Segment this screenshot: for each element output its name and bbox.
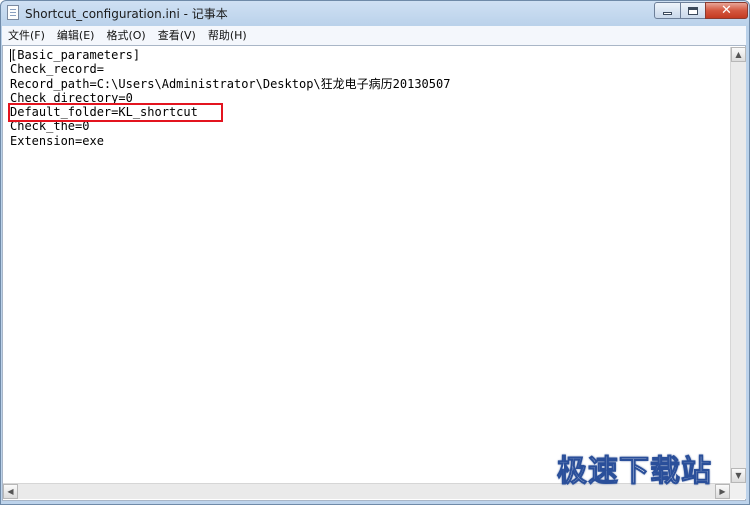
text-line: Extension=exe [10,133,104,148]
notepad-icon[interactable] [7,5,19,20]
window-title: Shortcut_configuration.ini - 记事本 [25,7,228,21]
maximize-button[interactable] [680,2,706,19]
menu-format[interactable]: 格式(O) [100,26,151,45]
menu-bar: 文件(F) 编辑(E) 格式(O) 查看(V) 帮助(H) [2,26,746,46]
text-line: Record_path=C:\Users\Administrator\Deskt… [10,76,451,91]
text-line: Check_record= [10,62,104,77]
menu-view[interactable]: 查看(V) [152,26,202,45]
highlight-box [8,103,223,122]
resize-grip[interactable] [730,483,746,499]
arrow-down-icon[interactable]: ▼ [731,468,746,483]
menu-file[interactable]: 文件(F) [2,26,51,45]
close-button[interactable]: ✕ [705,2,748,19]
text-editor-area[interactable]: [Basic_parameters] Check_record= Record_pa… [2,45,746,501]
minimize-button[interactable] [654,2,681,19]
arrow-up-icon[interactable]: ▲ [731,47,746,62]
arrow-right-icon[interactable]: ▶ [715,484,730,499]
menu-edit[interactable]: 编辑(E) [51,26,101,45]
menu-help[interactable]: 帮助(H) [202,26,253,45]
text-line: [Basic_parameters] [10,48,141,62]
title-bar[interactable]: Shortcut_configuration.ini - 记事本 ✕ [1,1,749,26]
maximize-icon [688,6,698,15]
arrow-left-icon[interactable]: ◀ [3,484,18,499]
close-icon: ✕ [721,3,732,18]
minimize-icon [663,12,672,15]
vertical-scrollbar[interactable]: ▲ ▼ [730,47,746,483]
watermark-logo: 极速下载站 [557,454,712,490]
text-caret [10,49,11,62]
notepad-window: Shortcut_configuration.ini - 记事本 ✕ 文件(F)… [0,0,750,505]
editor-content[interactable]: [Basic_parameters] Check_record= Record_pa… [10,48,450,148]
